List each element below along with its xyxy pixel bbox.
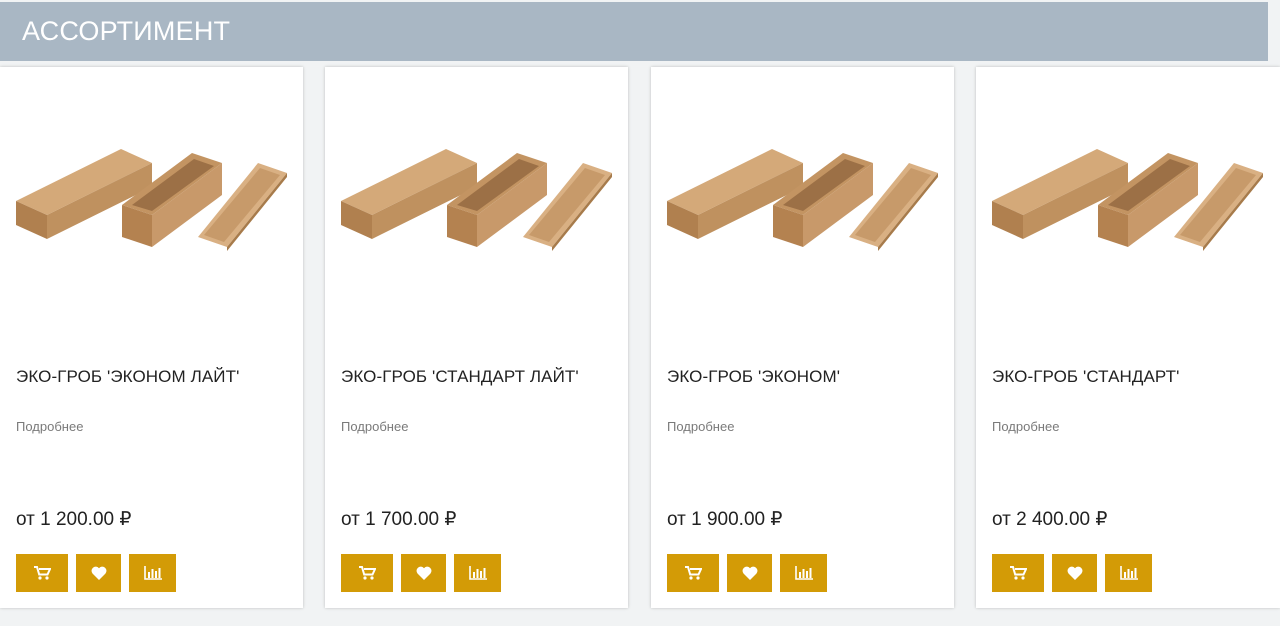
compare-button[interactable]: [454, 554, 501, 592]
card-actions: [341, 554, 509, 592]
add-to-cart-button[interactable]: [16, 554, 68, 592]
compare-button[interactable]: [780, 554, 827, 592]
add-to-cart-button[interactable]: [341, 554, 393, 592]
coffin-product-image[interactable]: [665, 141, 940, 261]
product-card: ЭКО-ГРОБ 'СТАНДАРТ' Подробнее от 2 400.0…: [976, 67, 1280, 608]
product-title[interactable]: ЭКО-ГРОБ 'СТАНДАРТ': [992, 367, 1179, 387]
product-title[interactable]: ЭКО-ГРОБ 'СТАНДАРТ ЛАЙТ': [341, 367, 579, 387]
product-card: ЭКО-ГРОБ 'ЭКОНОМ' Подробнее от 1 900.00 …: [651, 67, 954, 608]
product-card: ЭКО-ГРОБ 'ЭКОНОМ ЛАЙТ' Подробнее от 1 20…: [0, 67, 303, 608]
compare-button[interactable]: [1105, 554, 1152, 592]
heart-icon: [742, 566, 757, 580]
compare-chart-icon: [468, 566, 487, 580]
details-link[interactable]: Подробнее: [341, 419, 408, 434]
favorite-button[interactable]: [401, 554, 446, 592]
coffin-product-image[interactable]: [339, 141, 614, 261]
product-price: от 1 900.00 ₽: [667, 509, 783, 530]
cart-icon: [1009, 566, 1027, 580]
favorite-button[interactable]: [76, 554, 121, 592]
section-title: АССОРТИМЕНТ: [22, 16, 231, 46]
product-grid: ЭКО-ГРОБ 'ЭКОНОМ ЛАЙТ' Подробнее от 1 20…: [0, 67, 1280, 608]
favorite-button[interactable]: [727, 554, 772, 592]
compare-button[interactable]: [129, 554, 176, 592]
compare-chart-icon: [794, 566, 813, 580]
details-link[interactable]: Подробнее: [992, 419, 1059, 434]
compare-chart-icon: [1119, 566, 1138, 580]
product-price: от 1 700.00 ₽: [341, 509, 457, 530]
product-price: от 2 400.00 ₽: [992, 509, 1108, 530]
coffin-product-image[interactable]: [990, 141, 1265, 261]
details-link[interactable]: Подробнее: [667, 419, 734, 434]
card-actions: [992, 554, 1160, 592]
compare-chart-icon: [143, 566, 162, 580]
favorite-button[interactable]: [1052, 554, 1097, 592]
product-card: ЭКО-ГРОБ 'СТАНДАРТ ЛАЙТ' Подробнее от 1 …: [325, 67, 628, 608]
product-price: от 1 200.00 ₽: [16, 509, 132, 530]
header-edge: [1268, 2, 1280, 61]
product-title[interactable]: ЭКО-ГРОБ 'ЭКОНОМ ЛАЙТ': [16, 367, 239, 387]
add-to-cart-button[interactable]: [667, 554, 719, 592]
card-actions: [667, 554, 835, 592]
cart-icon: [33, 566, 51, 580]
cart-icon: [684, 566, 702, 580]
heart-icon: [416, 566, 431, 580]
card-actions: [16, 554, 184, 592]
details-link[interactable]: Подробнее: [16, 419, 83, 434]
heart-icon: [91, 566, 106, 580]
heart-icon: [1067, 566, 1082, 580]
section-header: АССОРТИМЕНТ: [0, 2, 1268, 61]
add-to-cart-button[interactable]: [992, 554, 1044, 592]
cart-icon: [358, 566, 376, 580]
product-title[interactable]: ЭКО-ГРОБ 'ЭКОНОМ': [667, 367, 840, 387]
coffin-product-image[interactable]: [14, 141, 289, 261]
